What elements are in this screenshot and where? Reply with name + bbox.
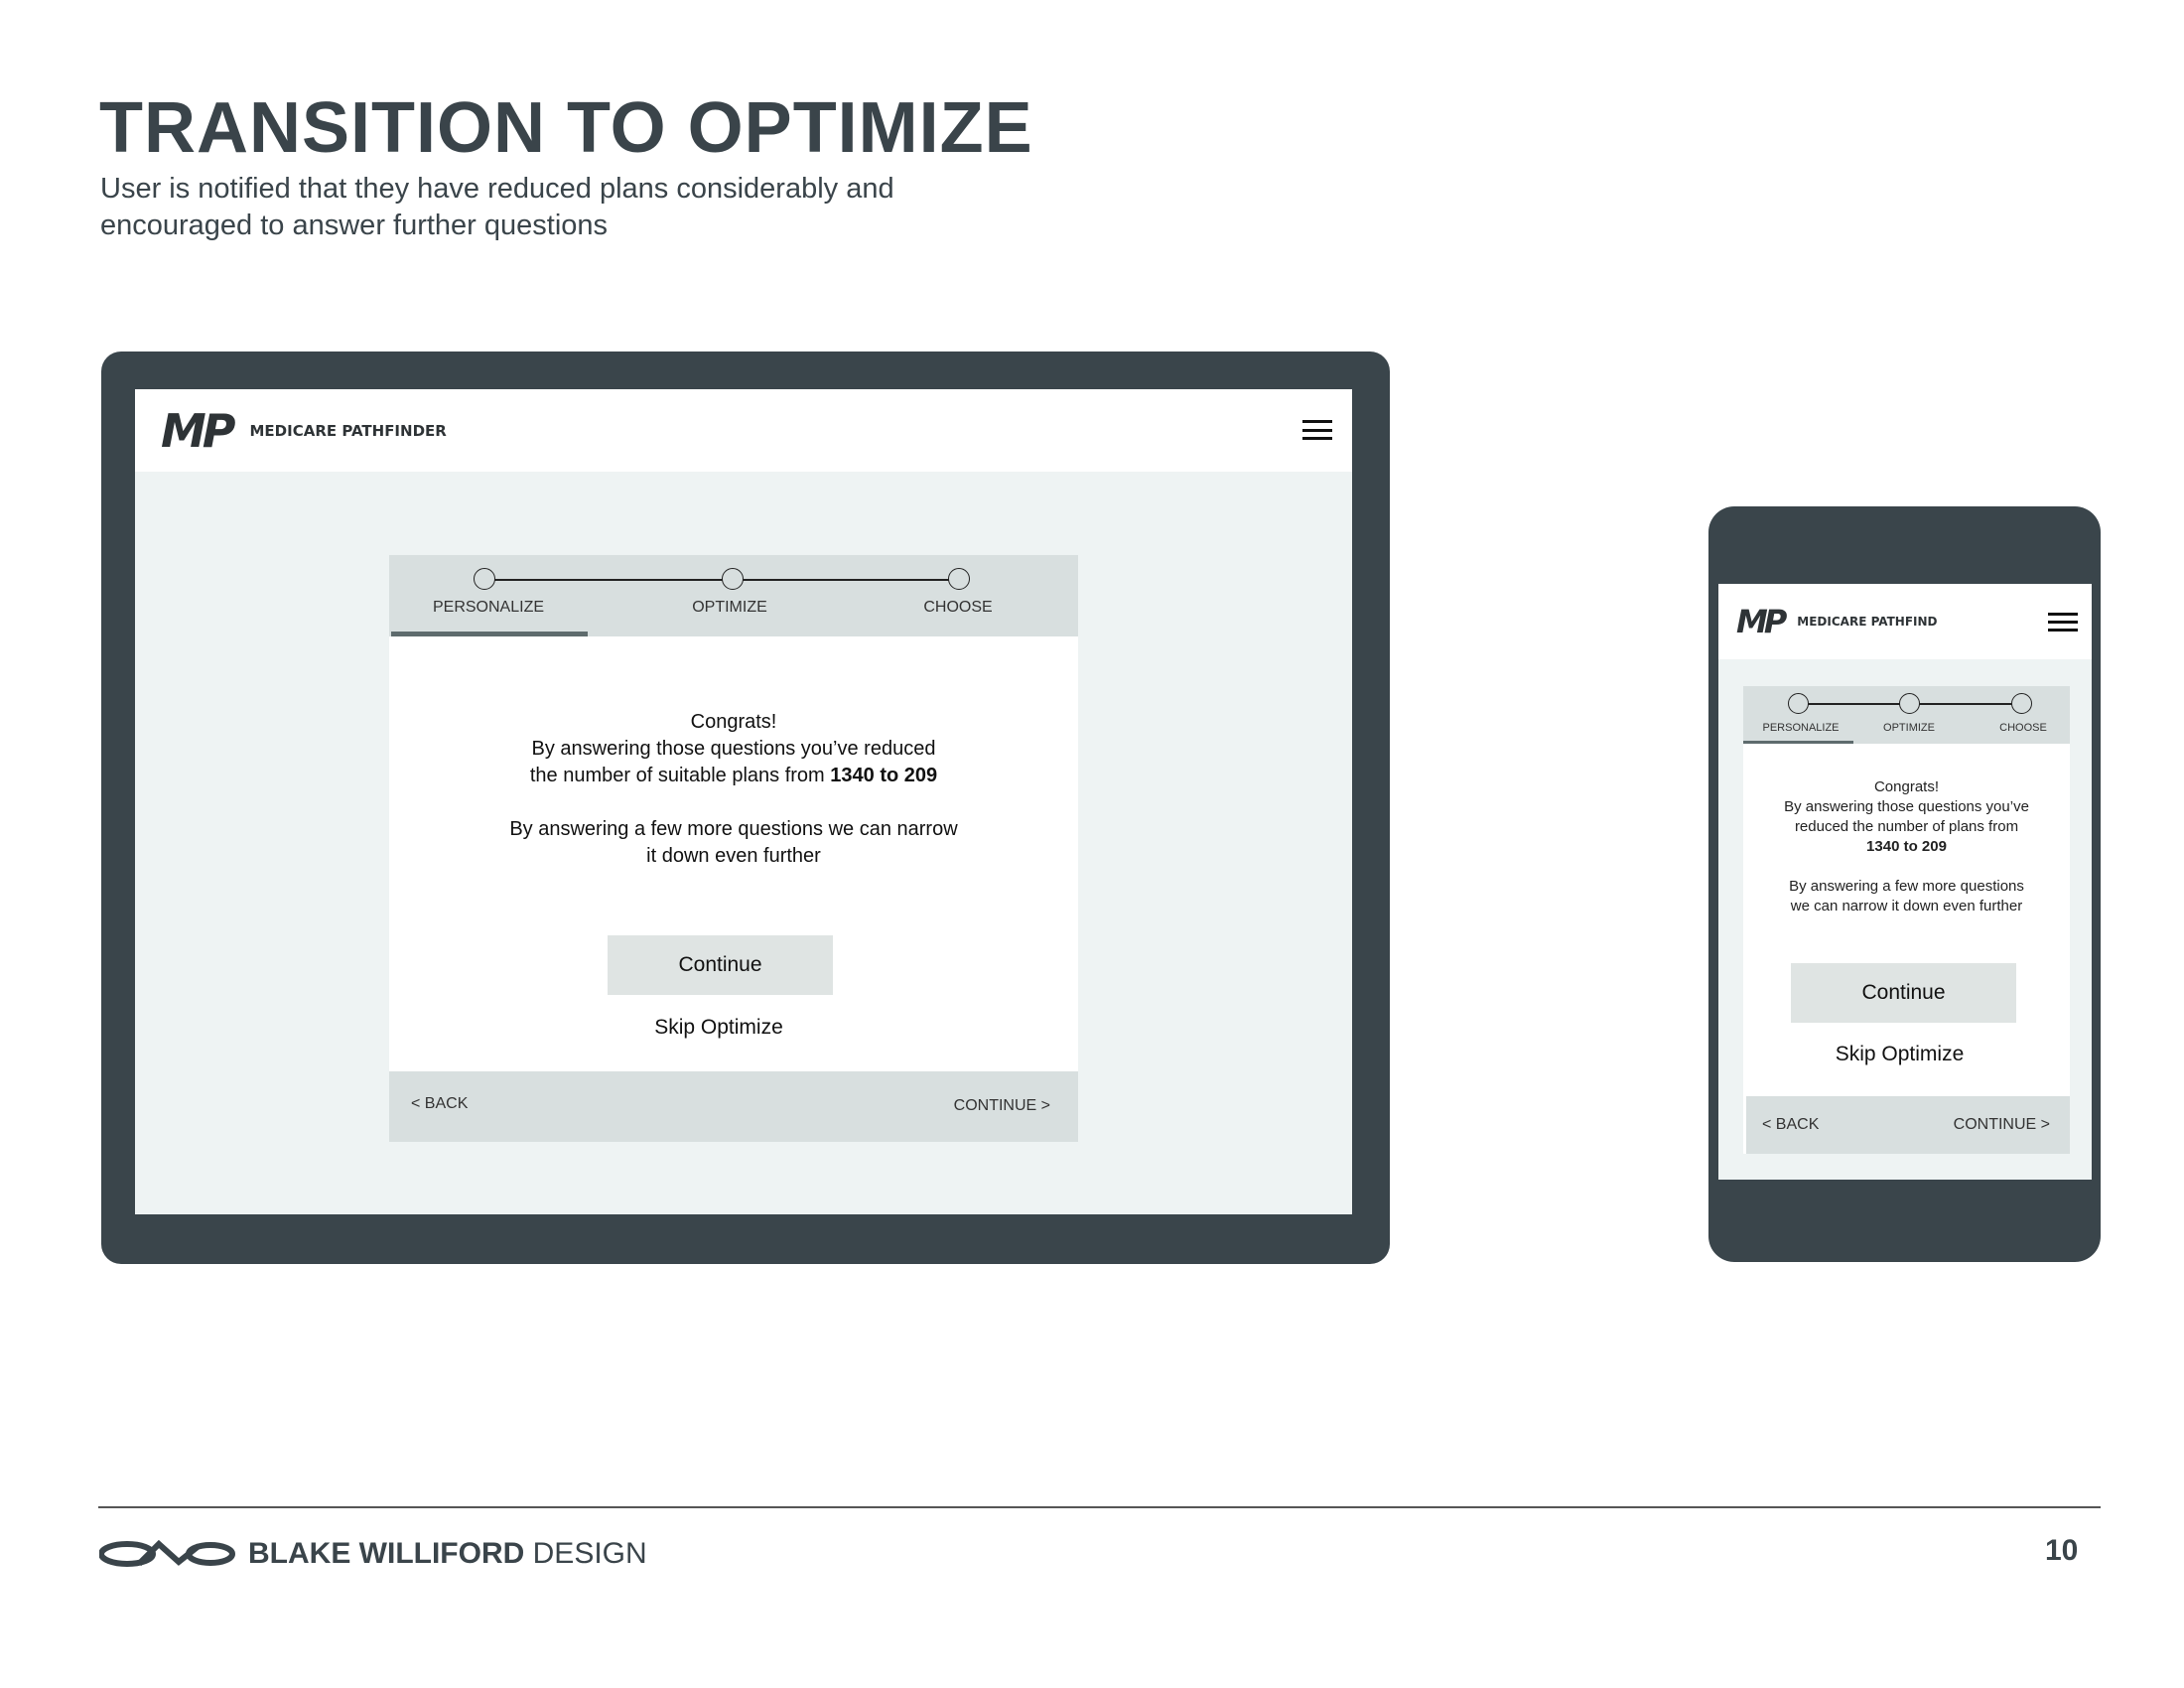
- transition-card: PERSONALIZE OPTIMIZE CHOOSE Congrats! By…: [1743, 686, 2070, 1154]
- congrats-message: Congrats! By answering those questions y…: [389, 709, 1078, 870]
- bw-logo-icon: [99, 1540, 235, 1567]
- step-dot-choose: [948, 568, 970, 590]
- card-footer: < BACK CONTINUE >: [1746, 1096, 2070, 1154]
- app-header: MP MEDICARE PATHFINDER: [135, 389, 1352, 472]
- progress-stepper: PERSONALIZE OPTIMIZE CHOOSE: [389, 555, 1078, 636]
- plan-counts: 1340 to 209: [1866, 838, 1947, 855]
- message-line: it down even further: [646, 845, 821, 867]
- message-line: we can narrow it down even further: [1790, 898, 2023, 914]
- subtitle-line: User is notified that they have reduced …: [100, 173, 894, 205]
- back-link[interactable]: < BACK: [411, 1095, 468, 1113]
- laptop-screen: MP MEDICARE PATHFINDER PERSONALIZE OPTIM…: [135, 389, 1352, 1214]
- step-dot-personalize: [474, 568, 495, 590]
- active-step-indicator: [1743, 741, 1853, 744]
- congrats-heading: Congrats!: [690, 711, 777, 733]
- step-label-optimize[interactable]: OPTIMIZE: [692, 599, 767, 617]
- step-label-choose[interactable]: CHOOSE: [923, 599, 992, 617]
- message-line: By answering a few more questions: [1789, 878, 2024, 895]
- message-line: By answering a few more questions we can…: [509, 818, 958, 840]
- footer-divider: [98, 1506, 2101, 1508]
- brand-bold: BLAKE WILLIFORD: [248, 1537, 525, 1570]
- mp-logo: MP: [161, 403, 235, 458]
- transition-card: PERSONALIZE OPTIMIZE CHOOSE Congrats! By…: [389, 555, 1078, 1142]
- phone-screen: MP MEDICARE PATHFIND PERSONALIZE OPTIMIZ…: [1718, 584, 2092, 1180]
- continue-link[interactable]: CONTINUE >: [954, 1097, 1050, 1115]
- laptop-mockup: MP MEDICARE PATHFINDER PERSONALIZE OPTIM…: [101, 352, 1390, 1264]
- continue-button[interactable]: Continue: [1791, 963, 2016, 1023]
- skip-optimize-link[interactable]: Skip Optimize: [389, 1016, 1078, 1040]
- continue-button[interactable]: Continue: [608, 935, 833, 995]
- skip-optimize-link[interactable]: Skip Optimize: [1743, 1043, 2070, 1066]
- slide-title: TRANSITION TO OPTIMIZE: [99, 88, 1033, 168]
- message-line: reduced the number of plans from: [1794, 818, 2019, 835]
- congrats-heading: Congrats!: [1873, 778, 1940, 795]
- progress-stepper: PERSONALIZE OPTIMIZE CHOOSE: [1743, 686, 2070, 744]
- step-dot-choose: [2011, 693, 2032, 714]
- step-label-optimize[interactable]: OPTIMIZE: [1883, 722, 1935, 734]
- page-number: 10: [2045, 1534, 2079, 1567]
- congrats-message: Congrats! By answering those questions y…: [1743, 777, 2070, 916]
- brand-name: MEDICARE PATHFINDER: [249, 421, 447, 440]
- brand-light: DESIGN: [532, 1537, 647, 1570]
- slide-subtitle: User is notified that they have reduced …: [100, 171, 994, 244]
- step-dot-optimize: [1899, 693, 1920, 714]
- step-dot-personalize: [1788, 693, 1809, 714]
- footer-brand: BLAKE WILLIFORD DESIGN: [99, 1537, 647, 1571]
- message-line: By answering those questions you’ve: [1784, 798, 2029, 815]
- continue-link[interactable]: CONTINUE >: [1954, 1116, 2050, 1134]
- phone-mockup: MP MEDICARE PATHFIND PERSONALIZE OPTIMIZ…: [1708, 506, 2101, 1262]
- plan-counts: 1340 to 209: [830, 765, 938, 786]
- hamburger-menu-icon[interactable]: [2048, 613, 2078, 632]
- message-line: the number of suitable plans from: [529, 765, 825, 786]
- step-label-choose[interactable]: CHOOSE: [1999, 722, 2047, 734]
- message-line: By answering those questions you’ve redu…: [531, 738, 936, 760]
- step-label-personalize[interactable]: PERSONALIZE: [433, 599, 544, 617]
- card-footer: < BACK CONTINUE >: [389, 1071, 1078, 1142]
- hamburger-menu-icon[interactable]: [1302, 420, 1332, 440]
- app-header: MP MEDICARE PATHFIND: [1718, 584, 2092, 659]
- back-link[interactable]: < BACK: [1762, 1116, 1819, 1134]
- mp-logo: MP: [1736, 603, 1787, 640]
- active-step-indicator: [391, 632, 588, 636]
- subtitle-line: encouraged to answer further questions: [100, 210, 609, 241]
- step-label-personalize[interactable]: PERSONALIZE: [1762, 722, 1839, 734]
- brand-name: MEDICARE PATHFIND: [1797, 615, 1938, 629]
- step-dot-optimize: [722, 568, 744, 590]
